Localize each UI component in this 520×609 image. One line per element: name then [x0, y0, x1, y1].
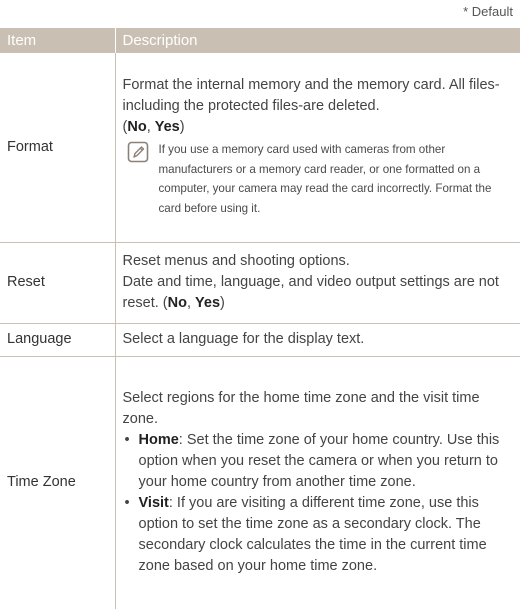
table-row-reset: Reset Reset menus and shooting options. … — [0, 242, 520, 324]
visit-text: : If you are visiting a different time z… — [138, 494, 487, 574]
table-row-timezone: Time Zone Select regions for the home ti… — [0, 356, 520, 609]
format-option-no: No — [127, 119, 147, 136]
description-language: Select a language for the display text. — [114, 323, 520, 357]
format-option-yes: Yes — [154, 119, 180, 136]
item-timezone: Time Zone — [7, 474, 76, 491]
item-format: Format — [0, 53, 115, 243]
settings-table: Item Description Format Format the inter… — [0, 28, 520, 609]
format-note: If you use a memory card used with camer… — [123, 140, 513, 218]
description-timezone: Select regions for the home time zone an… — [114, 356, 520, 609]
description-format: Format the internal memory and the memor… — [114, 53, 520, 243]
default-note: * Default — [463, 4, 513, 19]
list-item-visit: Visit: If you are visiting a different t… — [123, 493, 513, 577]
list-item-home: Home: Set the time zone of your home cou… — [123, 430, 513, 493]
table-header: Item Description — [0, 28, 520, 53]
timezone-description-text: Select regions for the home time zone an… — [122, 389, 480, 427]
visit-label: Visit — [138, 494, 169, 511]
item-language: Language — [0, 323, 115, 357]
header-description: Description — [114, 28, 520, 53]
header-item: Item — [0, 28, 115, 53]
reset-option-no: No — [167, 294, 187, 311]
reset-description-line1: Reset menus and shooting options. — [122, 252, 350, 269]
format-description-text: Format the internal memory and the memor… — [122, 77, 500, 115]
home-text: : Set the time zone of your home country… — [138, 431, 500, 490]
description-reset: Reset menus and shooting options. Date a… — [114, 242, 520, 324]
table-row-format: Format Format the internal memory and th… — [0, 53, 520, 243]
note-pencil-icon — [127, 141, 149, 218]
timezone-options-list: Home: Set the time zone of your home cou… — [123, 430, 513, 577]
format-note-text: If you use a memory card used with camer… — [158, 143, 492, 215]
table-row-language: Language Select a language for the displ… — [0, 323, 520, 357]
reset-option-yes: Yes — [195, 294, 221, 311]
item-reset: Reset — [0, 242, 115, 324]
home-label: Home — [138, 431, 179, 448]
